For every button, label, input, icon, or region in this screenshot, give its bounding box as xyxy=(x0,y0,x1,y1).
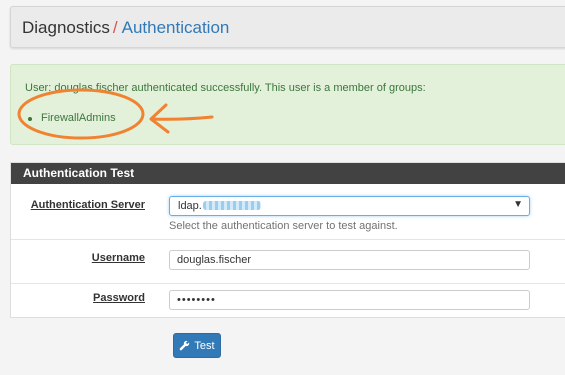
alert-message: User: douglas.fischer authenticated succ… xyxy=(25,82,426,94)
test-button[interactable]: Test xyxy=(173,333,221,358)
success-alert: User: douglas.fischer authenticated succ… xyxy=(10,64,565,145)
username-row: Username douglas.fischer xyxy=(11,240,565,284)
server-select-value: ldap. xyxy=(178,200,261,212)
username-input[interactable]: douglas.fischer xyxy=(169,250,530,270)
server-select[interactable]: ldap. ▼ xyxy=(169,196,530,216)
password-row: Password •••••••• xyxy=(11,284,565,319)
server-label: Authentication Server xyxy=(30,199,145,211)
chevron-down-icon: ▼ xyxy=(513,199,523,210)
wrench-icon xyxy=(180,340,190,351)
server-help-text: Select the authentication server to test… xyxy=(169,220,398,232)
test-button-label: Test xyxy=(194,339,215,352)
breadcrumb: Diagnostics / Authentication xyxy=(22,19,229,36)
group-item: FirewallAdmins xyxy=(28,112,116,124)
redacted-blur xyxy=(202,201,261,210)
panel-title: Authentication Test xyxy=(11,163,565,184)
group-list: FirewallAdmins xyxy=(28,112,116,124)
username-label: Username xyxy=(91,252,145,264)
breadcrumb-separator: / xyxy=(112,18,118,37)
breadcrumb-authentication[interactable]: Authentication xyxy=(122,18,230,37)
page-header: Diagnostics / Authentication xyxy=(10,6,565,48)
authentication-test-panel: Authentication Test Authentication Serve… xyxy=(10,162,565,318)
server-row: Authentication Server ldap. ▼ Select the… xyxy=(11,184,565,240)
password-input[interactable]: •••••••• xyxy=(169,290,530,310)
breadcrumb-diagnostics[interactable]: Diagnostics xyxy=(22,18,110,37)
password-label: Password xyxy=(93,292,145,304)
